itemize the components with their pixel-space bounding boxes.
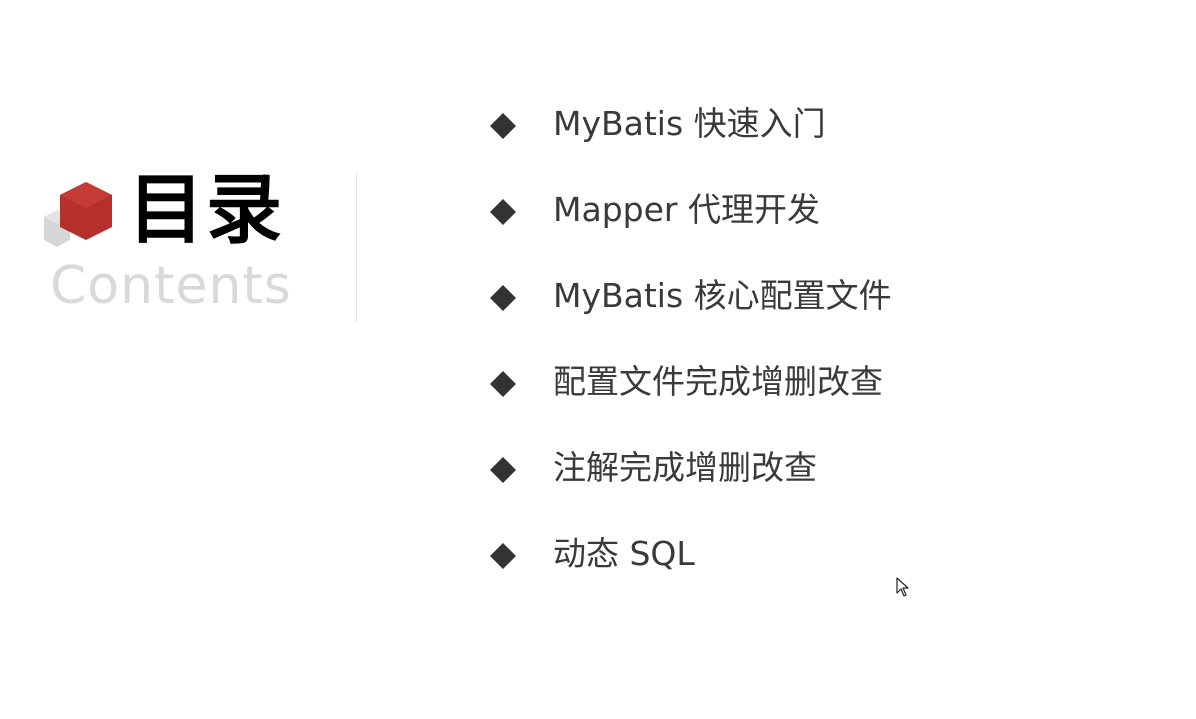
diamond-bullet-icon — [490, 457, 516, 483]
diamond-bullet-icon — [490, 285, 516, 311]
agenda-item-label: 注解完成增删改查 — [553, 448, 817, 487]
hexagon-cubes-icon — [44, 182, 112, 247]
page-title: 目录 — [128, 165, 284, 254]
diamond-bullet-icon — [490, 543, 516, 569]
diamond-bullet-icon — [490, 371, 516, 397]
diamond-bullet-icon — [490, 199, 516, 225]
agenda-item-label: Mapper 代理开发 — [553, 190, 820, 229]
vertical-divider — [356, 172, 357, 322]
agenda-item-label: 动态 SQL — [553, 534, 695, 573]
diamond-bullet-icon — [490, 113, 516, 139]
agenda-item-label: MyBatis 快速入门 — [553, 104, 826, 143]
slide-canvas: 目录 Contents MyBatis 快速入门 Mapper 代理开发 MyB… — [0, 0, 1196, 719]
mouse-pointer-icon — [896, 577, 909, 597]
page-subtitle: Contents — [50, 256, 292, 316]
agenda-item-label: MyBatis 核心配置文件 — [553, 276, 892, 315]
agenda-item-label: 配置文件完成增删改查 — [553, 362, 883, 401]
